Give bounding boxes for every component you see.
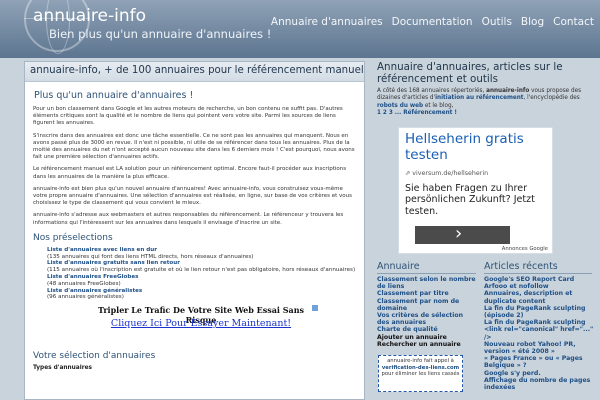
annuaire-link[interactable]: Rechercher un annuaire xyxy=(377,341,477,348)
banner-ad[interactable]: Tripler Le Trafic De Votre Site Web Essa… xyxy=(84,305,318,342)
intro-paragraph-3: Le référencement manuel est LA solution … xyxy=(33,166,347,180)
nav-contact[interactable]: Contact xyxy=(553,16,594,28)
list-item: Liste d'annuaires avec liens en dur (135… xyxy=(47,247,358,261)
preselection-desc: (135 annuaires qui font des liens HTML d… xyxy=(47,253,254,260)
articles-col-list: Google's SEO Report Card Arfooo et nofol… xyxy=(484,276,594,391)
preselection-desc: (48 annuaires FreeGlobes) xyxy=(47,280,121,287)
list-item: Liste d'annuaires gratuits sans lien ret… xyxy=(47,260,358,274)
main-nav: Annuaire d'annuaires Documentation Outil… xyxy=(262,16,594,28)
selection-heading: Votre sélection d'annuaires xyxy=(33,351,156,362)
site-header: annuaire-info Bien plus qu'un annuaire d… xyxy=(0,0,600,58)
google-ad-headline[interactable]: Hellseherin gratis testen xyxy=(405,131,552,163)
robots-link[interactable]: robots du web xyxy=(377,103,423,109)
preselection-link[interactable]: Liste d'annuaires généralistes xyxy=(47,288,142,294)
google-ad-arrow-button[interactable] xyxy=(415,223,510,244)
preselection-desc: (96 annuaires généralistes) xyxy=(47,294,124,301)
preselection-desc: (115 annuaires où l'inscription est grat… xyxy=(47,267,356,274)
article-link[interactable]: Google s'y perd. xyxy=(484,370,594,377)
preselections-heading: Nos préselections xyxy=(33,232,113,243)
blog-pages-link[interactable]: 1 2 3 ... Référencement ! xyxy=(377,110,457,116)
initiation-link[interactable]: initiation au référencement xyxy=(435,95,523,101)
annuaire-col-list: Classement selon le nombre de liens Clas… xyxy=(377,276,477,348)
preselections-list: Liste d'annuaires avec liens en dur (135… xyxy=(31,247,358,301)
article-link[interactable]: Annuaires, description et duplicate cont… xyxy=(484,290,594,304)
page-title: annuaire-info, + de 100 annuaires pour l… xyxy=(25,62,364,82)
verification-badge[interactable]: annuaire-info fait appel à verification-… xyxy=(378,355,463,392)
annuaire-link[interactable]: Classement par nom de domaine xyxy=(377,298,477,312)
list-item: Liste d'annuaires généralistes (96 annua… xyxy=(47,288,358,302)
preselection-link[interactable]: Liste d'annuaires FreeGlobes xyxy=(47,274,138,280)
nav-annuaire[interactable]: Annuaire d'annuaires xyxy=(271,16,383,28)
divider xyxy=(377,273,476,274)
sidebar-text: , l'encyclopédie des xyxy=(523,95,580,102)
intro-text: Pour un bon classement dans Google et le… xyxy=(31,106,358,227)
annuaire-link[interactable]: Classement selon le nombre de liens xyxy=(377,276,477,290)
list-item: Liste d'annuaires FreeGlobes (48 annuair… xyxy=(47,274,358,288)
sidebar-text: et le blog, xyxy=(423,102,454,109)
preselection-link[interactable]: Liste d'annuaires avec liens en dur xyxy=(47,247,157,253)
google-ad-url-text[interactable]: viversum.de/hellseherin xyxy=(412,170,488,177)
annuaire-link[interactable]: Ajouter un annuaire xyxy=(377,334,477,341)
article-link[interactable]: La fin du PageRank sculpting (épisode 2) xyxy=(484,305,594,319)
intro-paragraph-5: annuaire-info s'adresse aux webmasters e… xyxy=(33,212,344,226)
article-link[interactable]: Affichage du nombre de pages indexées xyxy=(484,377,594,391)
annuaire-link[interactable]: Classement par titre xyxy=(377,290,477,297)
divider xyxy=(484,273,592,274)
types-label: Types d'annuaires xyxy=(33,365,92,372)
nav-outils[interactable]: Outils xyxy=(482,16,512,28)
article-link[interactable]: Nouveau robot Yahoo! PR, version « été 2… xyxy=(484,341,594,355)
banner-ad-link[interactable]: Cliquez Ici Pour Essayer Maintenant! xyxy=(84,318,318,329)
sidebar-intro: A côté des 168 annuaires répertoriés, an… xyxy=(377,88,592,117)
intro-paragraph-2: S'inscrire dans des annuaires est donc u… xyxy=(33,132,355,161)
google-ad-label[interactable]: Annonces Google xyxy=(502,246,548,252)
article-link[interactable]: « Pages France » ou « Pages Belgique » ? xyxy=(484,355,594,369)
sidebar-text: A côté des 168 annuaires répertoriés, xyxy=(377,88,487,94)
google-ad[interactable]: Hellseherin gratis testen ⇗ viversum.de/… xyxy=(398,127,553,254)
badge-text: pour éliminer les liens cassés xyxy=(381,371,460,377)
preselection-link[interactable]: Liste d'annuaires gratuits sans lien ret… xyxy=(47,260,180,266)
sidebar-title: Annuaire d'annuaires, articles sur le ré… xyxy=(377,61,563,85)
main-content: annuaire-info, + de 100 annuaires pour l… xyxy=(24,61,365,400)
badge-link[interactable]: verification-des-liens.com xyxy=(382,365,459,371)
articles-col-title: Articles récents xyxy=(484,261,558,272)
site-title[interactable]: annuaire-info xyxy=(33,6,146,26)
ad-choices-icon[interactable] xyxy=(312,305,318,312)
article-link[interactable]: La fin du PageRank sculpting xyxy=(484,319,594,326)
article-link[interactable]: Google's SEO Report Card xyxy=(484,276,594,283)
sidebar-brand: annuaire-info xyxy=(486,88,530,94)
article-link[interactable]: <link rel="canonical" href="..." /> xyxy=(484,326,594,340)
google-ad-url[interactable]: ⇗ viversum.de/hellseherin xyxy=(405,170,488,177)
article-link[interactable]: Arfooo et nofollow xyxy=(484,283,594,290)
site-tagline: Bien plus qu'un annuaire d'annuaires ! xyxy=(49,27,272,41)
nav-documentation[interactable]: Documentation xyxy=(392,16,473,28)
nav-blog[interactable]: Blog xyxy=(521,16,544,28)
intro-heading: Plus qu'un annuaire d'annuaires ! xyxy=(34,90,194,101)
annuaire-link[interactable]: Vos critères de sélection des annuaires xyxy=(377,312,477,326)
annuaire-col-title: Annuaire xyxy=(377,261,420,272)
google-ad-body: Sie haben Fragen zu Ihrer persönlichen Z… xyxy=(405,183,535,217)
intro-paragraph-1: Pour un bon classement dans Google et le… xyxy=(33,106,343,127)
intro-paragraph-4: annuaire-info est bien plus qu'un nouvel… xyxy=(33,185,352,207)
annuaire-link[interactable]: Charte de qualité xyxy=(377,326,477,333)
